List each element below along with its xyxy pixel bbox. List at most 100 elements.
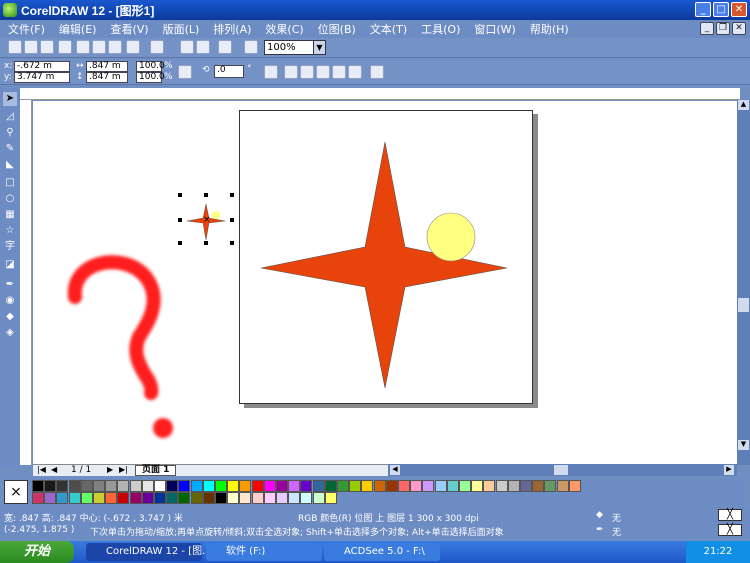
page-tab-1[interactable]: 页面 1 xyxy=(135,465,177,476)
bitmap-mask-icon[interactable] xyxy=(348,65,362,79)
palette-swatch[interactable] xyxy=(239,492,252,504)
menu-bitmaps[interactable]: 位图(B) xyxy=(318,21,356,37)
palette-swatch[interactable] xyxy=(520,480,532,492)
interactive-fill-icon[interactable]: ◈ xyxy=(3,326,17,340)
palette-swatch[interactable] xyxy=(129,492,142,504)
question-mark-drawing[interactable] xyxy=(67,255,173,438)
outline-tool-icon[interactable]: ◉ xyxy=(3,294,17,308)
text-tool-icon[interactable]: 字 xyxy=(3,240,17,254)
palette-swatch[interactable] xyxy=(288,492,301,504)
palette-swatch[interactable] xyxy=(410,480,423,492)
maximize-button[interactable]: □ xyxy=(713,2,729,17)
palette-swatch[interactable] xyxy=(398,480,410,492)
palette-swatch[interactable] xyxy=(56,480,69,492)
palette-swatch[interactable] xyxy=(239,480,252,492)
palette-swatch[interactable] xyxy=(44,492,57,504)
new-icon[interactable] xyxy=(8,40,22,54)
last-page-icon[interactable]: ▶| xyxy=(119,465,128,474)
palette-swatch[interactable] xyxy=(483,480,496,492)
close-button[interactable]: ✕ xyxy=(731,2,747,17)
palette-swatch[interactable] xyxy=(422,480,435,492)
width-field[interactable]: .847 m xyxy=(86,61,128,72)
large-star-shape[interactable] xyxy=(260,141,508,389)
menu-arrange[interactable]: 排列(A) xyxy=(213,21,251,37)
palette-swatch[interactable] xyxy=(288,480,301,492)
palette-swatch[interactable] xyxy=(166,480,179,492)
undo-icon[interactable] xyxy=(126,40,140,54)
palette-swatch[interactable] xyxy=(154,480,166,492)
smart-fill-icon[interactable]: ◣ xyxy=(3,158,17,172)
palette-swatch[interactable] xyxy=(202,480,215,492)
palette-swatch[interactable] xyxy=(373,480,386,492)
menu-effects[interactable]: 效果(C) xyxy=(265,21,303,37)
menu-text[interactable]: 文本(T) xyxy=(370,21,407,37)
fill-tool-icon[interactable]: ◆ xyxy=(3,310,17,324)
palette-swatch[interactable] xyxy=(324,480,337,492)
redo-icon[interactable] xyxy=(150,40,164,54)
print-icon[interactable] xyxy=(58,40,72,54)
palette-swatch[interactable] xyxy=(459,480,471,492)
rotation-angle-field[interactable]: .0 xyxy=(214,65,244,78)
palette-swatch[interactable] xyxy=(434,480,447,492)
horizontal-scrollbar[interactable]: ◀ ▶ xyxy=(388,464,737,476)
menu-file[interactable]: 文件(F) xyxy=(8,21,45,37)
palette-swatch[interactable] xyxy=(227,480,240,492)
palette-swatch[interactable] xyxy=(263,492,276,504)
save-icon[interactable] xyxy=(40,40,54,54)
pick-tool-icon[interactable]: ➤ xyxy=(3,92,17,106)
palette-swatch[interactable] xyxy=(80,492,93,504)
scroll-left-icon[interactable]: ◀ xyxy=(390,465,400,475)
palette-swatch[interactable] xyxy=(190,480,203,492)
palette-swatch[interactable] xyxy=(312,480,325,492)
menu-window[interactable]: 窗口(W) xyxy=(474,21,515,37)
palette-swatch[interactable] xyxy=(215,492,227,504)
palette-swatch[interactable] xyxy=(202,492,215,504)
palette-swatch[interactable] xyxy=(337,480,349,492)
y-position-field[interactable]: 3.747 m xyxy=(14,72,70,83)
palette-swatch[interactable] xyxy=(215,480,227,492)
palette-swatch[interactable] xyxy=(190,492,203,504)
palette-swatch[interactable] xyxy=(44,480,57,492)
task-explorer[interactable]: 软件 (F:) xyxy=(206,543,322,561)
copy-icon[interactable] xyxy=(92,40,106,54)
yellow-circle[interactable] xyxy=(426,212,476,262)
cut-icon[interactable] xyxy=(76,40,90,54)
open-icon[interactable] xyxy=(24,40,38,54)
horizontal-scroll-thumb[interactable] xyxy=(554,465,568,475)
palette-swatch[interactable] xyxy=(495,480,508,492)
trace-bitmap-icon[interactable] xyxy=(300,65,314,79)
palette-swatch[interactable] xyxy=(446,480,459,492)
export-icon[interactable] xyxy=(196,40,210,54)
eyedropper-icon[interactable]: ✒ xyxy=(3,278,17,292)
palette-swatch[interactable] xyxy=(141,480,154,492)
scroll-right-icon[interactable]: ▶ xyxy=(724,465,734,475)
welcome-icon[interactable] xyxy=(244,40,258,54)
palette-swatch[interactable] xyxy=(300,492,313,504)
first-page-icon[interactable]: |◀ xyxy=(37,465,46,474)
palette-swatch[interactable] xyxy=(385,480,398,492)
scale-x-field[interactable]: 100.0 xyxy=(136,61,165,72)
outline-swatch[interactable]: ╳ xyxy=(718,524,742,536)
crop-bitmap-icon[interactable] xyxy=(316,65,330,79)
task-acdsee[interactable]: ACDSee 5.0 - F:\ xyxy=(324,543,440,561)
fill-swatch[interactable]: ╳ xyxy=(718,509,742,521)
palette-swatch[interactable] xyxy=(68,492,81,504)
palette-swatch[interactable] xyxy=(324,492,337,504)
palette-swatch[interactable] xyxy=(117,492,130,504)
x-position-field[interactable]: -.672 m xyxy=(14,61,70,72)
start-button[interactable]: 开始 xyxy=(0,541,74,563)
palette-swatch[interactable] xyxy=(349,480,362,492)
height-field[interactable]: .847 m xyxy=(86,72,128,83)
prev-page-icon[interactable]: ◀ xyxy=(51,465,57,474)
vertical-scrollbar[interactable]: ▲ ▼ xyxy=(737,100,750,465)
palette-swatch[interactable] xyxy=(141,492,154,504)
palette-swatch[interactable] xyxy=(312,492,325,504)
palette-swatch[interactable] xyxy=(32,492,44,504)
paste-icon[interactable] xyxy=(108,40,122,54)
palette-swatch[interactable] xyxy=(544,480,557,492)
scroll-down-icon[interactable]: ▼ xyxy=(738,440,749,450)
palette-swatch[interactable] xyxy=(32,480,44,492)
launcher-icon[interactable] xyxy=(218,40,232,54)
mirror-icon[interactable] xyxy=(264,65,278,79)
freehand-tool-icon[interactable]: ✎ xyxy=(3,142,17,156)
